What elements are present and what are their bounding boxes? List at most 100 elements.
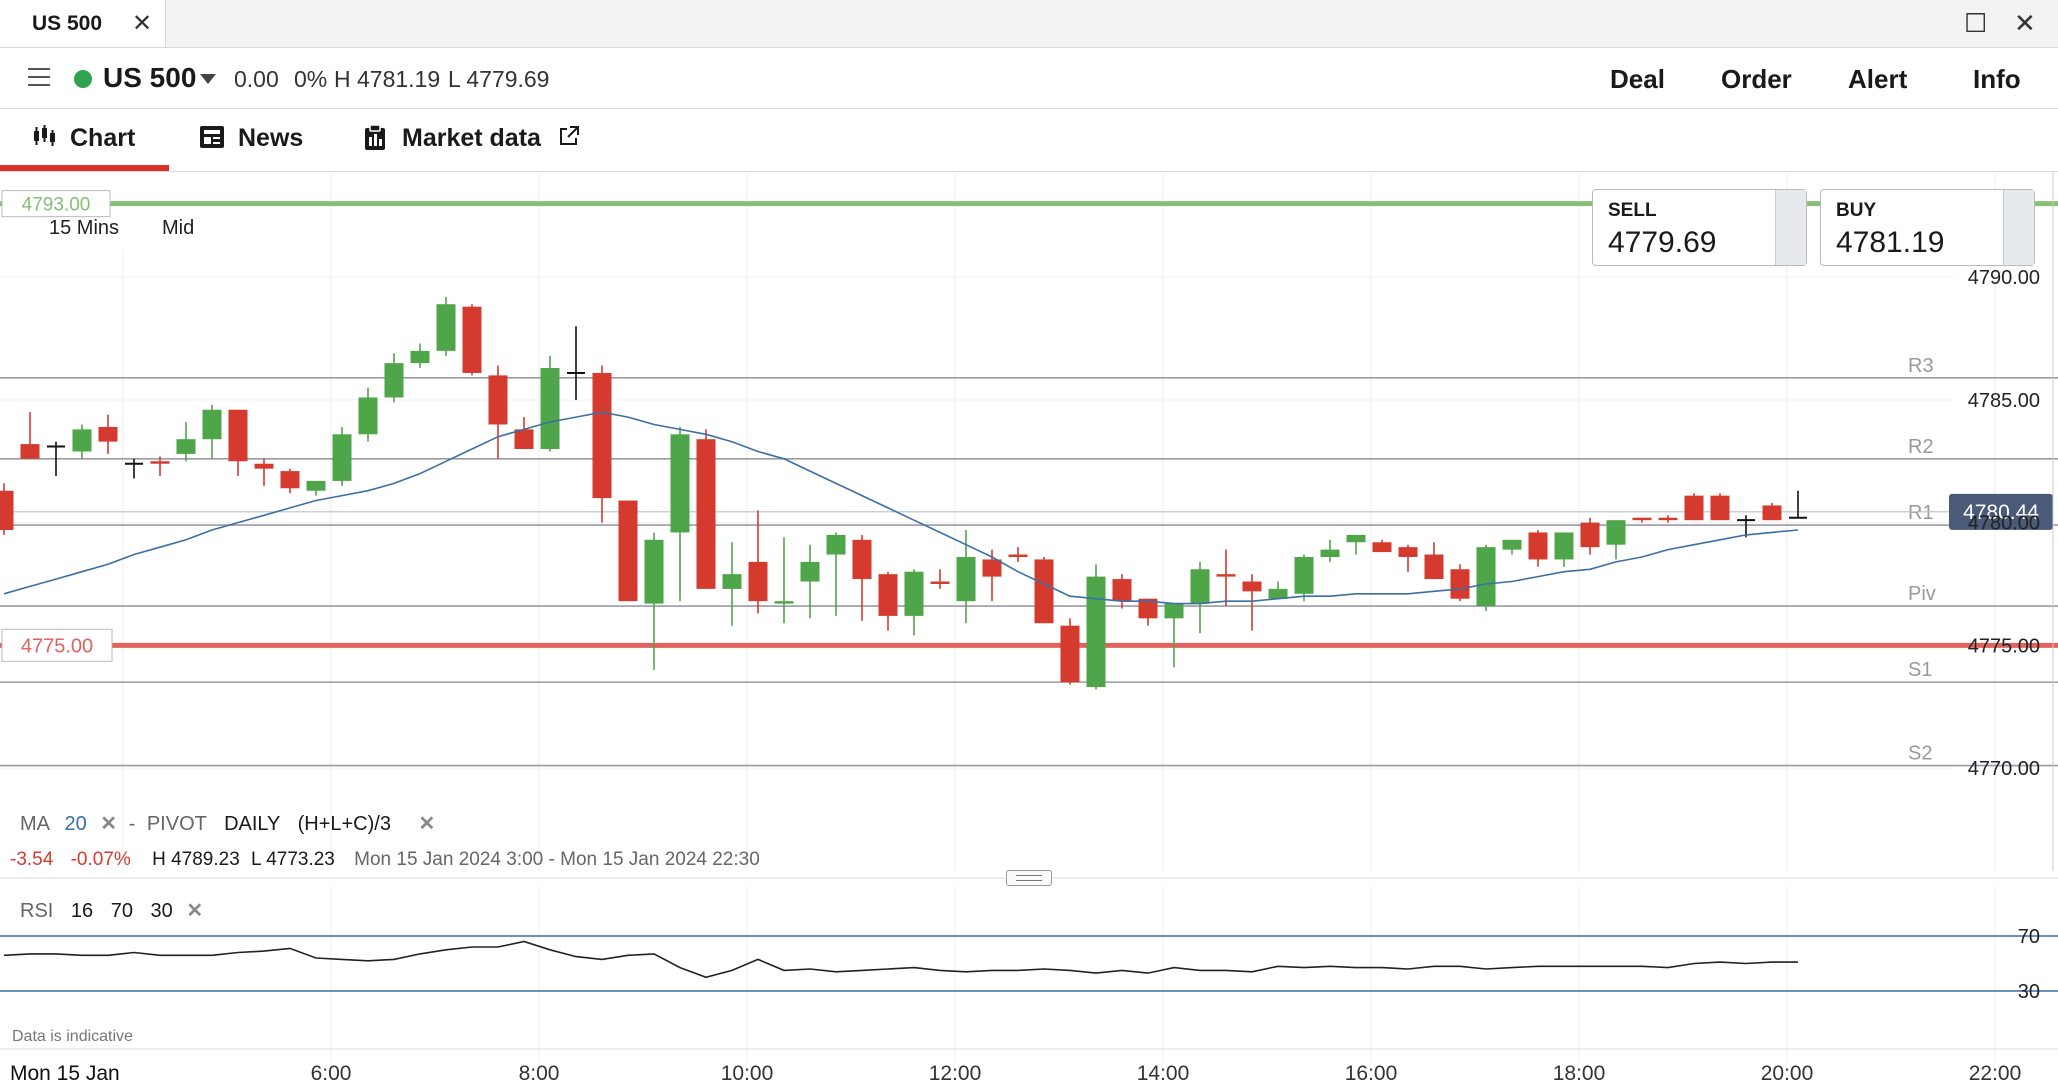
- indicative-note: Data is indicative: [12, 1028, 133, 1045]
- candle-body: [462, 306, 482, 373]
- y-tick-label: 4780.00: [1968, 513, 2040, 535]
- x-tick-label: 16:00: [1345, 1062, 1398, 1085]
- ma-legend: MA 20 ✕ - PIVOT DAILY (H+L+C)/3 ✕: [20, 813, 436, 835]
- candle-body: [774, 601, 794, 604]
- candle-body: [1710, 495, 1730, 521]
- candle-body: [1294, 556, 1314, 594]
- candle-body: [514, 429, 534, 450]
- tab-chart[interactable]: Chart: [70, 124, 135, 153]
- window-close-icon[interactable]: ✕: [2014, 8, 2036, 39]
- x-tick-label: 10:00: [721, 1062, 774, 1085]
- remove-ma-icon[interactable]: ✕: [100, 813, 117, 835]
- newspaper-icon: [199, 125, 225, 156]
- market-status-icon: [74, 70, 92, 88]
- range-dates: Mon 15 Jan 2024 3:00 - Mon 15 Jan 2024 2…: [354, 849, 760, 870]
- remove-pivot-icon[interactable]: ✕: [419, 813, 436, 835]
- candle-body: [1528, 532, 1548, 560]
- candle-body: [1216, 574, 1236, 577]
- candles: [0, 296, 1807, 690]
- timeframe-selector[interactable]: 15 Mins: [49, 217, 119, 240]
- candle-body: [1580, 522, 1600, 548]
- price-change: 0.00: [234, 66, 279, 92]
- range-summary: -3.54 -0.07% H 4789.23 L 4773.23 Mon 15 …: [10, 849, 760, 871]
- range-low: L 4773.23: [251, 849, 335, 870]
- candle-body: [1242, 581, 1262, 592]
- menu-icon[interactable]: [28, 68, 50, 92]
- candle-body: [1268, 588, 1288, 599]
- close-tab-icon[interactable]: ✕: [132, 9, 152, 38]
- pivot-label: Piv: [1908, 583, 1936, 605]
- candle-body: [1762, 505, 1782, 521]
- tab-news[interactable]: News: [238, 124, 303, 153]
- candle-body: [696, 439, 716, 589]
- candle-body: [306, 480, 326, 491]
- pivot-label: PIVOT: [146, 813, 207, 835]
- candle-body: [1346, 534, 1366, 543]
- price-change-pct: 0%: [294, 66, 328, 92]
- candle-body: [280, 471, 300, 489]
- candle-body: [1632, 517, 1652, 521]
- sell-ticket[interactable]: SELL 4779.69: [1592, 189, 1807, 266]
- candle-body: [20, 444, 40, 459]
- x-tick-label: 12:00: [929, 1062, 982, 1085]
- candle-body: [0, 490, 14, 530]
- candle-body: [202, 409, 222, 440]
- candle-body: [1450, 569, 1470, 599]
- rsi-label: RSI: [20, 900, 54, 922]
- remove-rsi-icon[interactable]: ✕: [186, 900, 203, 922]
- price-chart[interactable]: R3R2R1PivS1S2 4793.004775.004780.44 4790…: [0, 171, 2058, 1088]
- rsi-period: 16: [70, 900, 94, 922]
- external-link-icon[interactable]: [558, 125, 580, 154]
- chevron-down-icon[interactable]: [200, 74, 216, 84]
- y-tick-label: 4770.00: [1968, 758, 2040, 780]
- window-tab[interactable]: US 500 ✕: [0, 0, 166, 47]
- y-tick-label: 4790.00: [1968, 267, 2040, 289]
- candle-body: [878, 574, 898, 616]
- candle-body: [644, 539, 664, 604]
- instrument-header: US 500 0.00 0% H 4781.19 L 4779.69 Deal …: [0, 48, 2058, 109]
- buy-ticket[interactable]: BUY 4781.19: [1820, 189, 2035, 266]
- candle-body: [410, 350, 430, 364]
- candle-body: [1034, 559, 1054, 624]
- panel-resize-handle[interactable]: [1006, 870, 1052, 886]
- candle-body: [1606, 520, 1626, 545]
- candle-body: [358, 397, 378, 435]
- range-change: -3.54: [10, 849, 54, 870]
- view-tabs: Chart News Market data: [0, 109, 2058, 172]
- candle-body: [826, 534, 846, 555]
- alert-button[interactable]: Alert: [1848, 64, 1907, 95]
- candle-body: [1008, 554, 1028, 557]
- pivot-lines: R3 R2 R1 Piv S1 S2: [0, 355, 2058, 767]
- pivot-label: R2: [1908, 436, 1934, 458]
- candle-body: [670, 434, 690, 533]
- x-tick-label: 20:00: [1761, 1062, 1814, 1085]
- chart-grid: [0, 171, 2058, 1061]
- candle-body: [254, 463, 274, 469]
- tab-market-data[interactable]: Market data: [402, 124, 541, 153]
- maximize-icon[interactable]: ☐: [1964, 8, 1987, 39]
- candle-body: [930, 581, 950, 584]
- session-low: L 4779.69: [448, 66, 550, 92]
- candle-body: [488, 375, 508, 425]
- candle-body: [618, 500, 638, 602]
- pivot-formula: (H+L+C)/3: [297, 813, 391, 835]
- pivot-period: DAILY: [224, 813, 281, 835]
- info-button[interactable]: Info: [1973, 64, 2021, 95]
- deal-button[interactable]: Deal: [1610, 64, 1665, 95]
- candle-body: [540, 368, 560, 450]
- x-axis: 6:00 8:00 10:00 12:00 14:00 16:00 18:00 20:00 22…: [10, 1062, 2021, 1085]
- clipboard-icon: [364, 124, 386, 158]
- instrument-name[interactable]: US 500: [103, 62, 196, 94]
- candle-body: [748, 561, 768, 602]
- ma-line: [3, 411, 1799, 605]
- order-button[interactable]: Order: [1721, 64, 1792, 95]
- candle-body: [1398, 547, 1418, 557]
- sell-price: 4779.69: [1608, 226, 1717, 259]
- buy-price: 4781.19: [1836, 226, 1945, 259]
- price-type-selector[interactable]: Mid: [162, 217, 194, 240]
- ma-label: MA: [20, 813, 49, 835]
- candle-body: [1372, 542, 1392, 553]
- buy-label: BUY: [1836, 200, 1877, 221]
- sell-label: SELL: [1608, 200, 1657, 221]
- x-date-label: Mon 15 Jan: [10, 1062, 120, 1085]
